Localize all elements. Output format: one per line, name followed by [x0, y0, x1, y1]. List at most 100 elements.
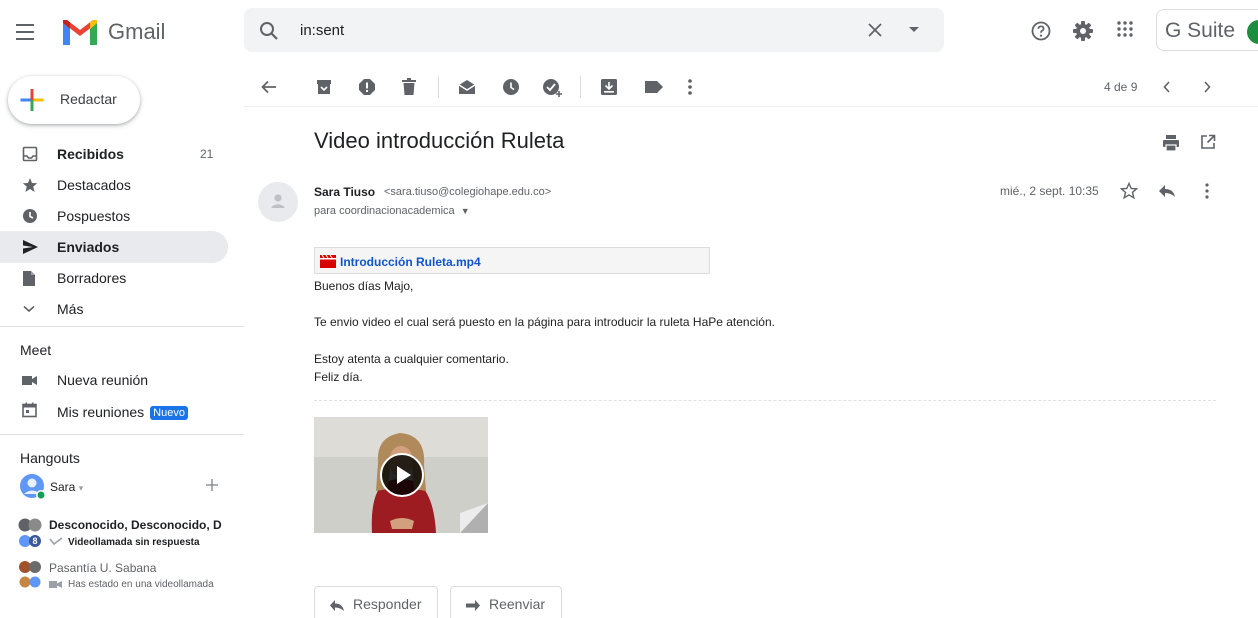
mark-unread-icon[interactable] [458, 78, 476, 96]
trash-icon[interactable] [402, 78, 416, 96]
more-options-icon[interactable] [1204, 182, 1210, 200]
forward-button[interactable]: Reenviar [450, 586, 562, 618]
help-icon[interactable] [1030, 20, 1052, 42]
gmail-logo-icon[interactable] [60, 17, 100, 47]
hangouts-user-name[interactable]: Sara ▾ [50, 480, 83, 494]
more-vert-icon[interactable] [687, 78, 693, 96]
conversation-status: Has estado en una videollamada [68, 579, 214, 590]
forward-arrow-icon [465, 599, 481, 612]
nav-item-snoozed[interactable]: Pospuestos [0, 200, 228, 232]
attachment-name[interactable]: Introducción Ruleta.mp4 [340, 255, 481, 269]
hangout-conversation-item[interactable]: 8 Desconocido, Desconocido, D Videollama… [18, 518, 248, 552]
back-arrow-icon[interactable] [260, 78, 278, 96]
message-date: mié., 2 sept. 10:35 [1000, 184, 1099, 198]
video-camera-icon [22, 375, 38, 386]
apps-grid-icon[interactable] [1116, 20, 1134, 38]
archive-icon[interactable] [316, 78, 332, 96]
sender-email: <sara.tiuso@colegiohape.edu.co> [384, 186, 552, 198]
participant-count: 8 [32, 536, 37, 546]
search-options-icon[interactable] [908, 26, 920, 34]
conversation-name: Pasantía U. Sabana [49, 561, 157, 575]
toolbar-separator [438, 76, 439, 98]
nav-item-my-meetings[interactable]: Mis reuniones Nuevo [0, 396, 228, 428]
add-hangout-icon[interactable] [205, 478, 219, 492]
nav-label-snoozed: Pospuestos [57, 208, 131, 224]
video-attachment-thumbnail[interactable] [314, 417, 488, 533]
nav-item-more[interactable]: Más [0, 293, 228, 325]
calendar-icon [22, 402, 37, 418]
inbox-icon [22, 146, 38, 162]
previous-chevron-icon[interactable] [1162, 80, 1172, 94]
inbox-unread-count: 21 [200, 147, 214, 161]
attachments-divider [314, 400, 1216, 401]
hangouts-user-label: Sara [50, 480, 76, 494]
report-spam-icon[interactable] [358, 78, 376, 96]
top-bar: Gmail in:sent G Suite [0, 0, 1258, 64]
plus-icon [20, 88, 44, 112]
settings-gear-icon[interactable] [1072, 20, 1094, 42]
draft-icon [22, 270, 36, 287]
meet-section-title: Meet [20, 342, 52, 358]
video-call-icon [49, 580, 63, 589]
nav-item-inbox[interactable]: Recibidos 21 [0, 138, 228, 170]
nav-label-inbox: Recibidos [57, 146, 124, 162]
search-icon[interactable] [258, 20, 280, 42]
play-button-icon[interactable] [380, 453, 424, 497]
nav-label-more: Más [57, 301, 84, 317]
nav-item-new-meeting[interactable]: Nueva reunión [0, 364, 228, 396]
star-icon [22, 177, 38, 193]
recipient-label: para coordinacionacademica [314, 205, 455, 217]
chevron-down-icon [22, 305, 36, 313]
nav-label-sent: Enviados [57, 239, 120, 255]
recipient-line[interactable]: para coordinacionacademica ▼ [314, 205, 470, 217]
sidebar-divider [0, 434, 244, 435]
gsuite-label: G Suite [1165, 19, 1236, 42]
compose-label: Redactar [60, 91, 117, 107]
search-input[interactable]: in:sent [300, 22, 344, 39]
message-body-greeting: Buenos días Majo, [314, 279, 414, 293]
group-avatar-icon: 8 [18, 518, 48, 550]
hangouts-section-title: Hangouts [20, 450, 80, 466]
gsuite-badge[interactable]: G Suite [1156, 9, 1258, 51]
reply-icon[interactable] [1158, 184, 1176, 198]
nav-item-drafts[interactable]: Borradores [0, 262, 228, 294]
nav-item-sent[interactable]: Enviados [0, 231, 228, 263]
sender-avatar[interactable] [258, 182, 298, 222]
attachment-link[interactable]: Introducción Ruleta.mp4 [314, 247, 710, 274]
app-name[interactable]: Gmail [108, 19, 165, 45]
print-icon[interactable] [1162, 134, 1180, 152]
search-bar[interactable]: in:sent [244, 8, 944, 52]
nav-item-starred[interactable]: Destacados [0, 169, 228, 201]
conversation-name: Desconocido, Desconocido, D [49, 518, 222, 532]
message-subject: Video introducción Ruleta [314, 128, 565, 153]
label-icon[interactable] [644, 80, 664, 94]
message-body-line: Feliz día. [314, 370, 363, 384]
clear-search-icon[interactable] [866, 21, 884, 39]
group-avatar-icon [18, 560, 48, 592]
status-dropdown-icon[interactable]: ▾ [79, 483, 84, 493]
snooze-clock-icon[interactable] [502, 78, 520, 96]
hangouts-user-avatar[interactable] [20, 474, 46, 500]
recipient-details-icon[interactable]: ▼ [461, 206, 470, 216]
next-chevron-icon[interactable] [1202, 80, 1212, 94]
reply-button[interactable]: Responder [314, 586, 438, 618]
my-meetings-label: Mis reuniones [57, 404, 145, 420]
compose-button[interactable]: Redactar [8, 76, 140, 124]
missed-call-icon [49, 537, 63, 547]
nav-label-my-meetings: Mis reuniones Nuevo [57, 404, 188, 420]
message-body-line: Te envio video el cual será puesto en la… [314, 315, 775, 329]
add-to-tasks-icon[interactable] [542, 78, 564, 98]
new-badge: Nuevo [150, 406, 188, 420]
sidebar-divider [0, 326, 244, 327]
open-new-window-icon[interactable] [1200, 134, 1216, 150]
sender-name[interactable]: Sara Tiuso [314, 185, 375, 199]
main-menu-icon[interactable] [14, 20, 40, 44]
nav-label-drafts: Borradores [57, 270, 127, 286]
star-message-icon[interactable] [1120, 182, 1138, 200]
hangout-conversation-item[interactable]: Pasantía U. Sabana Has estado en una vid… [18, 560, 248, 594]
move-to-icon[interactable] [600, 78, 618, 96]
pagination-counter: 4 de 9 [1104, 80, 1138, 94]
forward-label: Reenviar [489, 596, 546, 612]
reply-arrow-icon [329, 599, 345, 612]
toolbar-separator [580, 76, 581, 98]
